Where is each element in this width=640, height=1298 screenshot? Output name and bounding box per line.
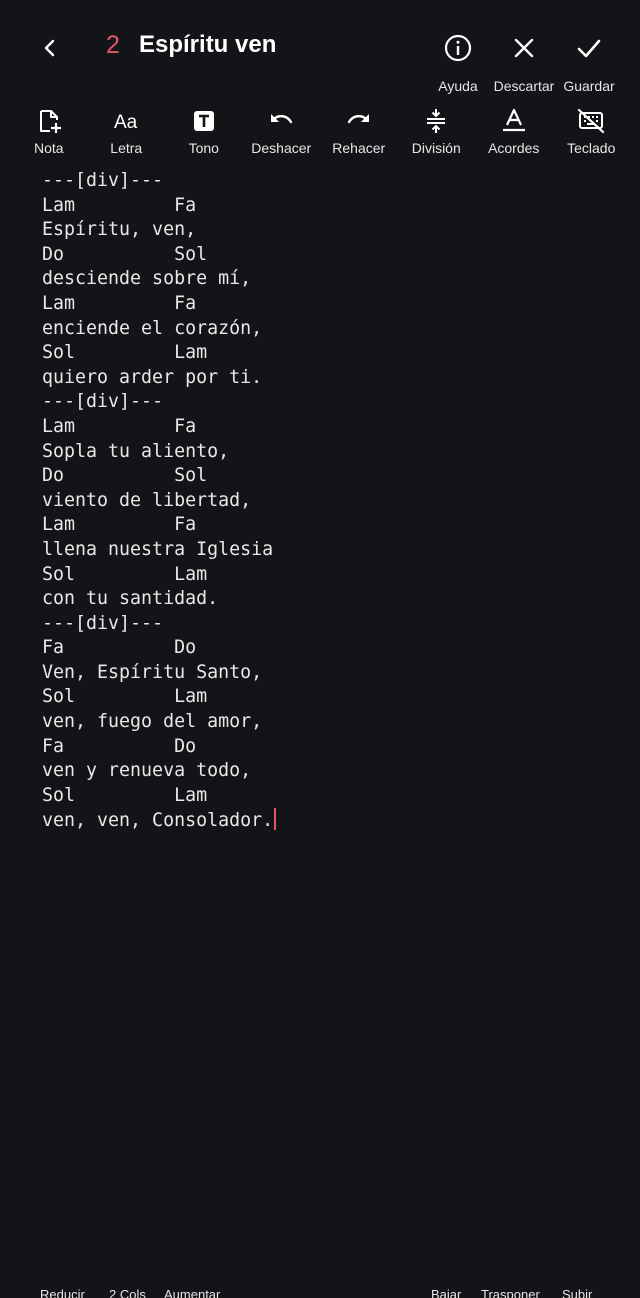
lyrics-line: Lam Fa (42, 194, 197, 216)
lyrics-line: Fa Do (42, 735, 197, 757)
lyrics-line: ven y renueva todo, (42, 760, 252, 782)
svg-text:Aa: Aa (114, 112, 138, 133)
redo-label: Rehacer (332, 140, 386, 156)
note-tool-button[interactable]: Nota (10, 106, 88, 162)
key-tool-label: Tono (188, 140, 219, 156)
font-tool-label: Letra (110, 140, 143, 156)
help-label: Ayuda (438, 78, 478, 94)
bottom-bar: Reducir 2 Cols Aumentar Bajar Trasponer … (0, 1284, 640, 1298)
song-editor-screen: 2 Espíritu ven Ayuda Descartar Guardar N… (0, 0, 640, 1298)
transpose-button[interactable]: Trasponer (481, 1287, 540, 1298)
text-cursor (274, 808, 277, 831)
key-tool-button[interactable]: Tono (165, 106, 243, 162)
save-label: Guardar (563, 78, 615, 94)
keyboard-label: Teclado (567, 140, 616, 156)
lyrics-line: enciende el corazón, (42, 317, 263, 339)
undo-label: Deshacer (251, 140, 312, 156)
lyrics-line: Lam Fa (42, 292, 197, 314)
lyrics-line: llena nuestra Iglesia (42, 538, 274, 560)
chords-label: Acordes (488, 140, 540, 156)
redo-button[interactable]: Rehacer (320, 106, 398, 162)
lyrics-line: quiero arder por ti. (42, 366, 263, 388)
text-box-icon (188, 106, 220, 136)
song-number: 2 (106, 31, 120, 59)
lyrics-line: Fa Do (42, 637, 197, 659)
note-tool-label: Nota (33, 140, 64, 156)
reduce-button[interactable]: Reducir (40, 1287, 85, 1298)
undo-icon (265, 106, 297, 136)
font-size-icon: Aa (110, 106, 142, 136)
lower-button[interactable]: Bajar (431, 1287, 461, 1298)
two-cols-button[interactable]: 2 Cols (109, 1287, 146, 1298)
lyrics-line: Lam Fa (42, 415, 197, 437)
lyrics-line: ---[div]--- (42, 170, 164, 191)
lyrics-editor[interactable]: ---[div]--- Lam Fa Espíritu, ven, Do Sol des… (42, 169, 622, 833)
lyrics-line: Sol Lam (42, 686, 208, 708)
discard-label: Descartar (493, 78, 555, 94)
chords-button[interactable]: Acordes (475, 106, 553, 162)
close-icon (504, 28, 544, 68)
chevron-left-icon (38, 36, 62, 60)
lyrics-line: ven, ven, Consolador. (42, 808, 622, 833)
lyrics-line: Do Sol (42, 465, 208, 487)
undo-button[interactable]: Deshacer (243, 106, 321, 162)
song-title[interactable]: Espíritu ven (139, 29, 276, 61)
lyrics-line: Sol Lam (42, 342, 208, 364)
keyboard-button[interactable]: Teclado (553, 106, 631, 162)
lyrics-line: Sopla tu aliento, (42, 440, 230, 462)
back-button[interactable] (30, 28, 70, 68)
increase-button[interactable]: Aumentar (164, 1287, 220, 1298)
division-button[interactable]: División (398, 106, 476, 162)
lyrics-line: Sol Lam (42, 784, 208, 806)
editor-toolbar: Nota Aa Letra Tono Deshacer Rehacer Divi… (10, 106, 630, 162)
redo-icon (343, 106, 375, 136)
note-add-icon (33, 106, 65, 136)
lyrics-line: desciende sobre mí, (42, 268, 252, 290)
font-tool-button[interactable]: Aa Letra (88, 106, 166, 162)
lyrics-line: ven, fuego del amor, (42, 711, 263, 733)
lyrics-line: Espíritu, ven, (42, 219, 197, 241)
info-icon (438, 28, 478, 68)
lyrics-line: Lam Fa (42, 514, 197, 536)
save-button[interactable]: Guardar (549, 28, 629, 98)
lyrics-line: ---[div]--- (42, 612, 164, 634)
header: 2 Espíritu ven Ayuda Descartar Guardar (0, 0, 640, 100)
vertical-split-icon (420, 106, 452, 136)
check-icon (569, 28, 609, 68)
lyrics-line: ---[div]--- (42, 391, 164, 413)
lyrics-line: Ven, Espíritu Santo, (42, 661, 263, 683)
lyrics-line: Sol Lam (42, 563, 208, 585)
lyrics-line: viento de libertad, (42, 489, 252, 511)
lyrics-line: con tu santidad. (42, 588, 219, 610)
lyrics-line: Do Sol (42, 243, 208, 265)
keyboard-off-icon (575, 106, 607, 136)
division-label: División (411, 140, 461, 156)
raise-button[interactable]: Subir (562, 1287, 592, 1298)
chord-letter-icon (498, 106, 530, 136)
